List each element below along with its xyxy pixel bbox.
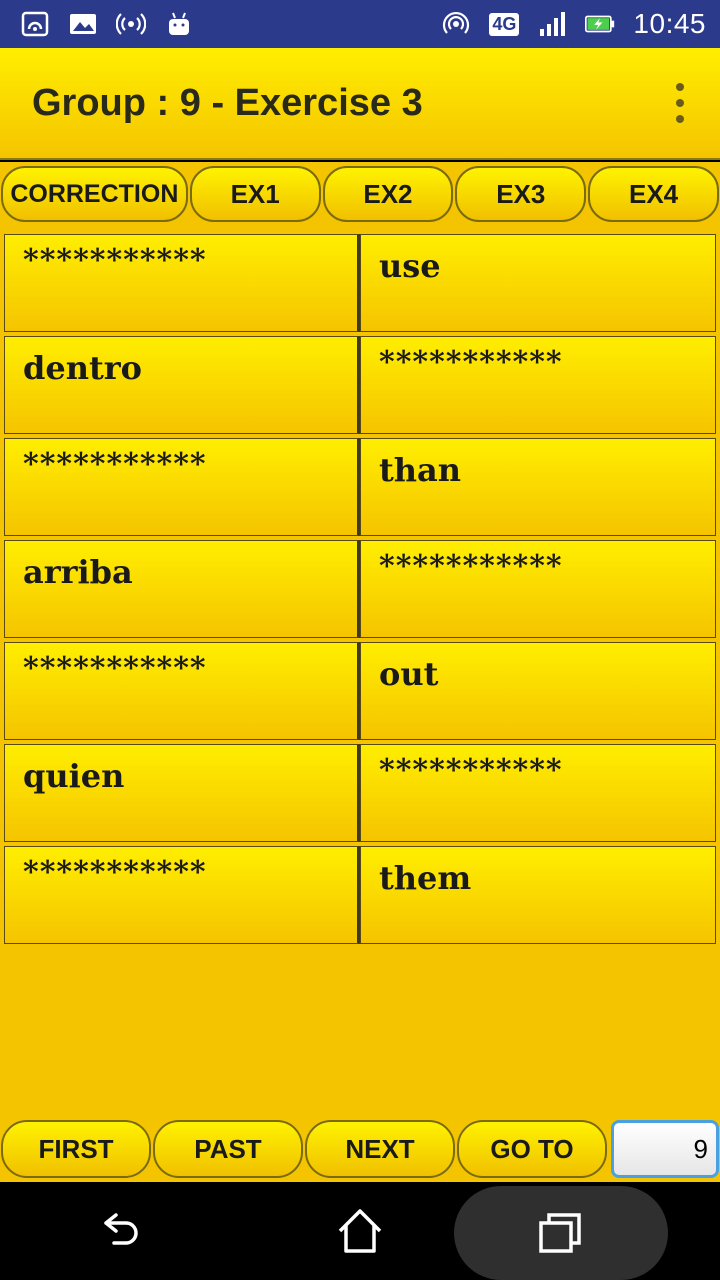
hotspot-icon — [441, 9, 471, 39]
table-row: *********** than — [4, 438, 716, 536]
goto-input[interactable] — [611, 1120, 719, 1178]
recents-icon — [539, 1213, 581, 1253]
word-cell-right[interactable]: out — [360, 642, 716, 740]
word-cell-right[interactable]: them — [360, 846, 716, 944]
word-cell-right[interactable]: use — [360, 234, 716, 332]
table-row: quien *********** — [4, 744, 716, 842]
past-button[interactable]: PAST — [153, 1120, 303, 1178]
home-icon[interactable] — [315, 1196, 405, 1266]
app-bar: Group : 9 - Exercise 3 — [0, 48, 720, 160]
word-cell-right[interactable]: than — [360, 438, 716, 536]
tab-ex1[interactable]: EX1 — [189, 166, 321, 222]
image-icon — [68, 9, 98, 39]
table-row: *********** out — [4, 642, 716, 740]
recents-button[interactable] — [454, 1186, 668, 1280]
status-right: 4G 10:45 — [441, 8, 706, 40]
word-cell-right[interactable]: *********** — [360, 540, 716, 638]
clock: 10:45 — [633, 8, 706, 39]
android-icon — [164, 9, 194, 39]
radio-icon — [116, 9, 146, 39]
tab-ex3[interactable]: EX3 — [455, 166, 587, 222]
status-bar: 4G 10:45 — [0, 0, 720, 48]
more-vert-icon[interactable] — [668, 83, 692, 123]
word-cell-left[interactable]: dentro — [4, 336, 360, 434]
word-cell-left[interactable]: *********** — [4, 438, 360, 536]
first-button[interactable]: FIRST — [1, 1120, 151, 1178]
battery-charging-icon — [585, 9, 615, 39]
word-cell-left[interactable]: quien — [4, 744, 360, 842]
tab-ex2[interactable]: EX2 — [322, 166, 454, 222]
tab-ex4[interactable]: EX4 — [588, 166, 719, 222]
page-title: Group : 9 - Exercise 3 — [32, 81, 423, 124]
status-left — [20, 9, 194, 39]
word-cell-left[interactable]: *********** — [4, 234, 360, 332]
back-icon[interactable] — [75, 1196, 165, 1266]
cast-icon — [20, 9, 50, 39]
table-row: dentro *********** — [4, 336, 716, 434]
word-cell-left[interactable]: *********** — [4, 642, 360, 740]
word-cell-left[interactable]: *********** — [4, 846, 360, 944]
network-type: 4G — [489, 12, 520, 36]
tab-correction[interactable]: CORRECTION — [1, 166, 188, 222]
word-grid: *********** use dentro *********** *****… — [4, 234, 716, 948]
table-row: *********** them — [4, 846, 716, 944]
main-content: CORRECTION EX1 EX2 EX3 EX4 *********** u… — [0, 162, 720, 1182]
signal-icon — [537, 9, 567, 39]
exercise-tabs: CORRECTION EX1 EX2 EX3 EX4 — [0, 166, 720, 224]
pagination-bar: FIRST PAST NEXT GO TO — [0, 1120, 720, 1180]
word-cell-right[interactable]: *********** — [360, 336, 716, 434]
word-cell-right[interactable]: *********** — [360, 744, 716, 842]
word-cell-left[interactable]: arriba — [4, 540, 360, 638]
system-nav-bar — [0, 1182, 720, 1280]
table-row: arriba *********** — [4, 540, 716, 638]
table-row: *********** use — [4, 234, 716, 332]
next-button[interactable]: NEXT — [305, 1120, 455, 1178]
goto-button[interactable]: GO TO — [457, 1120, 607, 1178]
